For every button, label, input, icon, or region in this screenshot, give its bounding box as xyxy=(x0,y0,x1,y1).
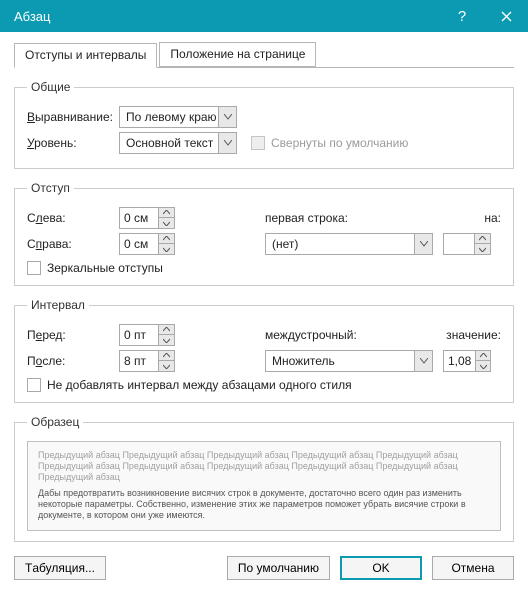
first-line-combo[interactable]: (нет) xyxy=(265,233,433,255)
spacing-at-label: значение: xyxy=(446,328,501,342)
no-space-label: Не добавлять интервал между абзацами одн… xyxy=(47,378,352,392)
indent-right-label: Справа: xyxy=(27,237,119,251)
spacing-before-label: Перед: xyxy=(27,328,119,342)
preview-dark-text: Дабы предотвратить возникновение висячих… xyxy=(38,488,490,520)
alignment-label: ВВыравнивание:ыравнивание: xyxy=(27,110,119,124)
spacing-at-spinner[interactable]: 1,08 xyxy=(443,350,491,372)
help-icon: ? xyxy=(458,8,466,25)
caret-down-icon[interactable] xyxy=(159,361,174,371)
close-button[interactable] xyxy=(484,0,528,32)
default-button[interactable]: По умолчанию xyxy=(227,556,330,580)
collapsed-checkbox xyxy=(251,136,265,150)
caret-up-icon[interactable] xyxy=(159,351,174,361)
mirror-indent-checkbox[interactable] xyxy=(27,261,41,275)
caret-down-icon[interactable] xyxy=(475,244,490,254)
chevron-down-icon xyxy=(218,107,236,127)
tabs-button[interactable]: Табуляция... xyxy=(14,556,106,580)
collapsed-label: Свернуты по умолчанию xyxy=(271,136,408,150)
indent-by-spinner[interactable] xyxy=(443,233,491,255)
caret-up-icon[interactable] xyxy=(159,325,174,335)
first-line-label: первая строка: xyxy=(265,211,348,225)
group-preview: Образец Предыдущий абзац Предыдущий абза… xyxy=(14,415,514,542)
line-spacing-label: междустрочный: xyxy=(265,328,357,342)
dialog-title: Абзац xyxy=(14,9,440,24)
chevron-down-icon xyxy=(414,351,432,371)
caret-up-icon[interactable] xyxy=(159,208,174,218)
group-spacing: Интервал Перед: 0 пт междустрочный: знач… xyxy=(14,298,514,403)
spacing-after-label: После: xyxy=(27,354,119,368)
chevron-down-icon xyxy=(414,234,432,254)
group-general: Общие ВВыравнивание:ыравнивание: По лево… xyxy=(14,80,514,169)
spacing-before-spinner[interactable]: 0 пт xyxy=(119,324,175,346)
chevron-down-icon xyxy=(218,133,236,153)
level-label: Уровень: xyxy=(27,136,119,150)
caret-down-icon[interactable] xyxy=(159,244,174,254)
group-preview-legend: Образец xyxy=(27,415,83,429)
line-spacing-combo[interactable]: Множитель xyxy=(265,350,433,372)
button-bar: Табуляция... По умолчанию OK Отмена xyxy=(14,556,514,580)
indent-right-spinner[interactable]: 0 см xyxy=(119,233,175,255)
tab-indent-spacing[interactable]: Отступы и интервалы xyxy=(14,43,157,68)
caret-up-icon[interactable] xyxy=(476,351,490,361)
group-spacing-legend: Интервал xyxy=(27,298,89,312)
spacing-after-spinner[interactable]: 8 пт xyxy=(119,350,175,372)
level-combo[interactable]: Основной текст xyxy=(119,132,237,154)
tab-strip: Отступы и интервалы Положение на страниц… xyxy=(14,42,514,68)
caret-down-icon[interactable] xyxy=(476,361,490,371)
group-indent-legend: Отступ xyxy=(27,181,74,195)
indent-left-spinner[interactable]: 0 см xyxy=(119,207,175,229)
dialog-body: Отступы и интервалы Положение на страниц… xyxy=(0,32,528,594)
caret-up-icon[interactable] xyxy=(159,234,174,244)
help-button[interactable]: ? xyxy=(440,0,484,32)
caret-up-icon[interactable] xyxy=(475,234,490,244)
close-icon xyxy=(501,11,512,22)
tab-position[interactable]: Положение на странице xyxy=(159,42,316,67)
preview-grey-text: Предыдущий абзац Предыдущий абзац Предыд… xyxy=(38,450,458,482)
mirror-indent-label: Зеркальные отступы xyxy=(47,261,163,275)
indent-by-label: на: xyxy=(484,211,501,225)
no-space-checkbox[interactable] xyxy=(27,378,41,392)
cancel-button[interactable]: Отмена xyxy=(432,556,514,580)
group-general-legend: Общие xyxy=(27,80,74,94)
indent-left-label: Слева: xyxy=(27,211,119,225)
preview-box: Предыдущий абзац Предыдущий абзац Предыд… xyxy=(27,441,501,531)
group-indent: Отступ Слева: 0 см первая строка: на: Сп… xyxy=(14,181,514,286)
caret-down-icon[interactable] xyxy=(159,218,174,228)
alignment-combo[interactable]: По левому краю xyxy=(119,106,237,128)
titlebar: Абзац ? xyxy=(0,0,528,32)
caret-down-icon[interactable] xyxy=(159,335,174,345)
ok-button[interactable]: OK xyxy=(340,556,422,580)
